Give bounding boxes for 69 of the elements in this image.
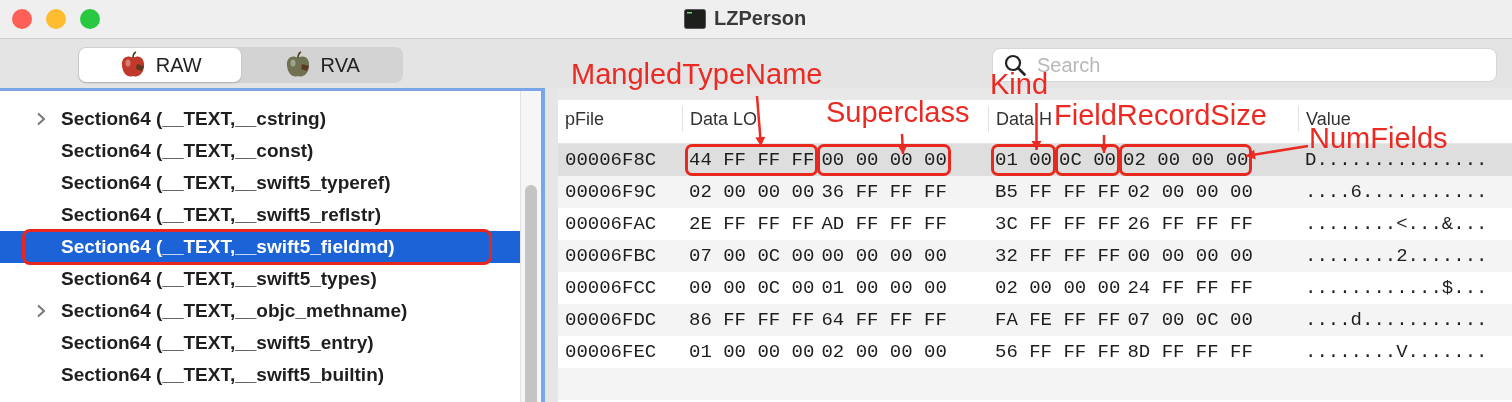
hex-bytes: 56 FF FF FF	[994, 340, 1122, 365]
offset-cell-text: 00006FCC	[564, 277, 658, 299]
hex-row[interactable]: 00006FAC 2E FF FF FF AD FF FF FF 3C FF FF FF 26 FF FF FF ........<...&...	[558, 208, 1512, 240]
hex-bytes: 64 FF FF FF	[820, 308, 948, 333]
hex-row[interactable]: 00006FCC 00 00 0C 00 01 00 00 00 02 00 00 00 24 FF FF FF ............$...	[558, 272, 1512, 304]
section-item[interactable]: Section64 (__TEXT,__swift5_fieldmd)	[0, 231, 520, 263]
hex-bytes: 02 00 00 00	[688, 180, 816, 205]
hex-bytes: 00 00 00 00	[1126, 244, 1254, 269]
annotation-label: MangledTypeName	[571, 60, 823, 89]
ascii-cell-text: ....6...........	[1304, 181, 1489, 203]
annotation-arrow	[1099, 135, 1109, 153]
hex-bytes: 02 00 00 00	[1126, 180, 1254, 205]
hex-bytes: 07 00 0C 00	[688, 244, 816, 269]
hex-bytes: 00 00 00 00	[820, 244, 948, 269]
hex-bytes: FA FE FF FF	[994, 308, 1122, 333]
hex-bytes: B5 FF FF FF	[994, 180, 1122, 205]
annotation-label: Superclass	[826, 98, 970, 127]
column-header[interactable]: Data LO	[690, 108, 758, 130]
ascii-cell-text: ........V.......	[1304, 341, 1489, 363]
hex-bytes: 02 00 00 00	[994, 276, 1122, 301]
column-header[interactable]: Data H	[996, 108, 1053, 130]
hex-bytes: 02 00 00 00	[820, 340, 948, 365]
ascii-cell-text: ............$...	[1304, 277, 1489, 299]
hex-bytes: 32 FF FF FF	[994, 244, 1122, 269]
offset-cell-text: 00006F9C	[564, 181, 658, 203]
offset-cell-text: 00006FBC	[564, 245, 658, 267]
terminal-icon	[684, 8, 706, 29]
section-item[interactable]: Section64 (__TEXT,__swift5_entry)	[0, 327, 520, 359]
close-button[interactable]	[12, 9, 32, 29]
window-title: LZPerson	[714, 7, 807, 30]
annotation-arrow	[755, 95, 766, 147]
offset-cell-text: 00006FAC	[564, 213, 658, 235]
mode-tab[interactable]: RAW	[79, 48, 241, 82]
offset-cell-text: 00006FDC	[564, 309, 658, 331]
scrollbar-thumb[interactable]	[525, 185, 537, 402]
column-header[interactable]: pFile	[565, 108, 604, 130]
hex-row[interactable]: 00006FEC 01 00 00 00 02 00 00 00 56 FF FF FF 8D FF FF FF ........V.......	[558, 336, 1512, 368]
hex-bytes: 8D FF FF FF	[1126, 340, 1254, 365]
section-item[interactable]: Section64 (__TEXT,__cstring)	[0, 103, 520, 135]
section-item[interactable]: Section64 (__TEXT,__swift5_reflstr)	[0, 199, 520, 231]
hex-bytes: 00 00 0C 00	[688, 276, 816, 301]
hex-bytes: 01 00 00 00	[820, 276, 948, 301]
hex-row[interactable]: 00006F9C 02 00 00 00 36 FF FF FF B5 FF FF FF 02 00 00 00 ....6...........	[558, 176, 1512, 208]
hex-row[interactable]: 00006FDC 86 FF FF FF 64 FF FF FF FA FE FF FF 07 00 0C 00 ....d...........	[558, 304, 1512, 336]
hex-bytes: 2E FF FF FF	[688, 212, 816, 237]
hex-bytes: 26 FF FF FF	[1126, 212, 1254, 237]
hex-bytes: AD FF FF FF	[820, 212, 948, 237]
offset-cell-text: 00006F8C	[564, 149, 658, 171]
section-item[interactable]: Section64 (__TEXT,__swift5_typeref)	[0, 167, 520, 199]
zoom-button[interactable]	[80, 9, 100, 29]
hex-bytes: 01 00 00 00	[688, 340, 816, 365]
hex-bytes: 3C FF FF FF	[994, 212, 1122, 237]
section-item[interactable]: Section64 (__TEXT,__const)	[0, 135, 520, 167]
hex-bytes: 07 00 0C 00	[1126, 308, 1254, 333]
annotation-label: FieldRecordSize	[1054, 101, 1267, 130]
section-item[interactable]: Section64 (__TEXT,__objc_methname)	[0, 295, 520, 327]
offset-cell-text: 00006FEC	[564, 341, 658, 363]
ascii-cell-text: ....d...........	[1304, 309, 1489, 331]
section-item[interactable]: Section64 (__TEXT,__swift5_types)	[0, 263, 520, 295]
hex-bytes: 36 FF FF FF	[820, 180, 948, 205]
ascii-cell-text: ........<...&...	[1304, 213, 1489, 235]
annotation-arrow	[897, 133, 908, 155]
section-item[interactable]: Section64 (__TEXT,__swift5_builtin)	[0, 359, 520, 391]
hex-row[interactable]: 00006FBC 07 00 0C 00 00 00 00 00 32 FF FF FF 00 00 00 00 ........2.......	[558, 240, 1512, 272]
mode-tab[interactable]: RVA	[240, 48, 402, 82]
hex-bytes: 86 FF FF FF	[688, 308, 816, 333]
hex-bytes: 24 FF FF FF	[1126, 276, 1254, 301]
ascii-cell-text: ........2.......	[1304, 245, 1489, 267]
minimize-button[interactable]	[46, 9, 66, 29]
